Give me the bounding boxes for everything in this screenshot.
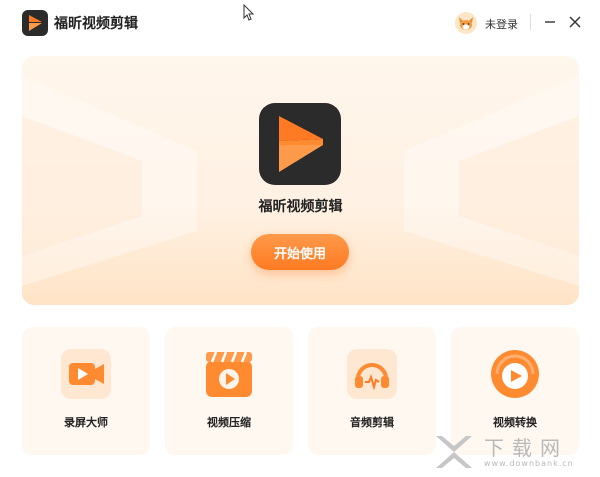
- watermark-text: 下载网: [484, 436, 568, 460]
- hero-app-logo-icon: [259, 103, 341, 185]
- audio-edit-icon: [347, 349, 397, 399]
- app-logo-icon: [22, 10, 48, 36]
- tool-card-audio-edit[interactable]: 音频剪辑: [308, 327, 436, 455]
- close-button[interactable]: [565, 12, 585, 32]
- login-status-link[interactable]: 未登录: [485, 16, 518, 32]
- mouse-cursor-icon: [243, 3, 255, 22]
- titlebar-divider: [530, 14, 531, 30]
- tool-card-video-compress[interactable]: 视频压缩: [165, 327, 293, 455]
- tool-label: 视频压缩: [207, 416, 251, 429]
- tool-label: 录屏大师: [64, 416, 108, 429]
- watermark-url: www.downbank.cn: [484, 459, 574, 468]
- screen-record-icon: [61, 349, 111, 399]
- video-compress-icon: [204, 349, 254, 399]
- watermark: 下载网 www.downbank.cn: [432, 432, 592, 472]
- minimize-button[interactable]: [540, 12, 560, 32]
- start-button[interactable]: 开始使用: [251, 234, 349, 270]
- hero-banner: 福昕视频剪辑 开始使用: [22, 56, 579, 305]
- video-convert-icon: [490, 349, 540, 399]
- tool-label: 视频转换: [493, 416, 537, 429]
- hero-title: 福昕视频剪辑: [258, 199, 343, 215]
- fox-avatar-icon[interactable]: [455, 12, 477, 34]
- tool-label: 音频剪辑: [350, 416, 394, 429]
- app-title: 福昕视频剪辑: [54, 16, 138, 32]
- minimize-icon: [545, 21, 555, 23]
- title-bar: 福昕视频剪辑 未登录: [0, 0, 600, 46]
- close-icon: [569, 16, 581, 28]
- watermark-logo-icon: [436, 436, 472, 468]
- tool-card-screen-record[interactable]: 录屏大师: [22, 327, 150, 455]
